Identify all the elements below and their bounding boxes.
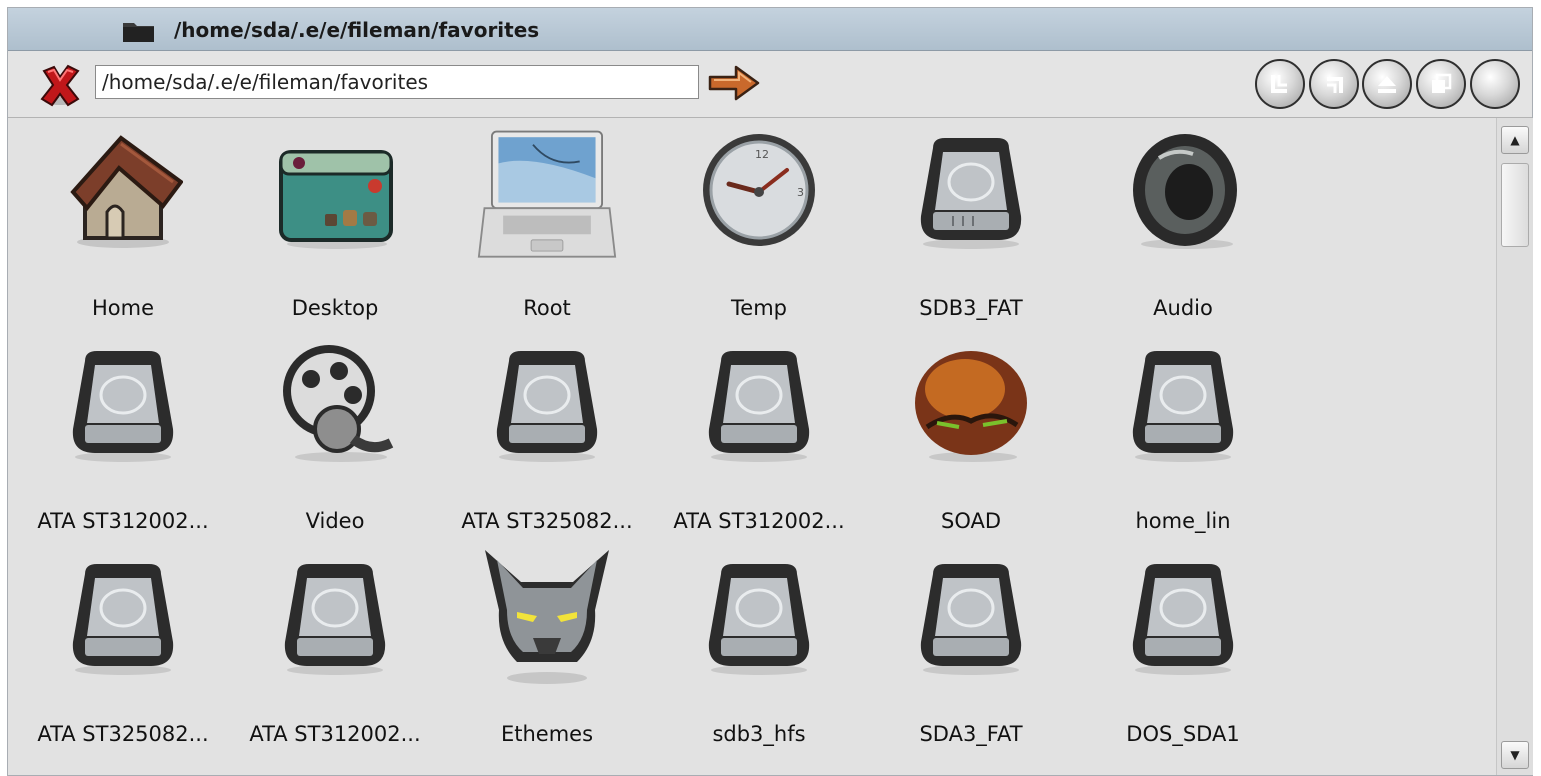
title-bar[interactable]: /home/sda/.e/e/fileman/favorites <box>8 8 1532 51</box>
hard-drive-icon <box>920 138 1022 249</box>
icon-item-ata-st312002-a[interactable]: ATA ST312002... <box>17 343 229 555</box>
grid-layout-icon <box>1271 75 1287 93</box>
icon-item-dos-sda1[interactable]: DOS_SDA1 <box>1077 556 1289 768</box>
hard-drive-icon <box>72 564 174 675</box>
film-reel-icon <box>283 345 394 462</box>
hard-drive-icon <box>708 351 810 462</box>
icon-label: home_lin <box>1135 509 1231 533</box>
icon-item-ata-st312002-c[interactable]: ATA ST312002... <box>229 556 441 768</box>
icon-item-ata-st325082-a[interactable]: ATA ST325082... <box>441 343 653 555</box>
path-input[interactable] <box>95 65 699 99</box>
desktop-icon <box>279 150 393 249</box>
icon-item-sda3-fat[interactable]: SDA3_FAT <box>865 556 1077 768</box>
layout-icons-button[interactable] <box>1255 59 1305 109</box>
laptop-icon <box>477 130 617 258</box>
icon-label: ATA ST312002... <box>37 509 209 533</box>
chevron-up-icon: ▲ <box>1510 133 1520 147</box>
clock-icon: 12 3 <box>703 134 815 246</box>
hard-drive-icon <box>496 351 598 462</box>
hard-drive-icon <box>1132 564 1234 675</box>
eject-button[interactable] <box>1362 59 1412 109</box>
eject-icon <box>1378 76 1396 93</box>
layout-list-button[interactable] <box>1309 59 1359 109</box>
icon-item-desktop[interactable]: Desktop <box>229 130 441 342</box>
hard-drive-icon <box>1132 351 1234 462</box>
scroll-up-button[interactable]: ▲ <box>1501 126 1529 154</box>
scroll-down-button[interactable]: ▼ <box>1501 741 1529 769</box>
copy-icon <box>1432 73 1452 93</box>
icon-item-ata-st325082-b[interactable]: ATA ST325082... <box>17 556 229 768</box>
vertical-scrollbar[interactable]: ▲ ▼ <box>1496 118 1533 775</box>
hard-drive-icon <box>920 564 1022 675</box>
hard-drive-icon <box>284 564 386 675</box>
list-layout-icon <box>1327 77 1343 93</box>
icon-label: Root <box>523 296 571 320</box>
icon-view[interactable]: Home Desktop Root 12 3 Temp SDB3_FAT Aud… <box>8 118 1495 775</box>
icon-label: ATA ST312002... <box>249 722 421 746</box>
icon-item-audio[interactable]: Audio <box>1077 130 1289 342</box>
icon-item-home-lin[interactable]: home_lin <box>1077 343 1289 555</box>
svg-text:12: 12 <box>755 148 769 161</box>
go-arrow-icon[interactable] <box>706 61 762 105</box>
icon-label: ATA ST325082... <box>37 722 209 746</box>
icon-label: Desktop <box>291 296 379 320</box>
close-icon[interactable] <box>36 61 84 109</box>
icon-label: DOS_SDA1 <box>1126 722 1240 746</box>
hard-drive-icon <box>708 564 810 675</box>
creature-icon <box>915 351 1027 462</box>
wolf-icon <box>485 550 609 684</box>
icon-label: SDB3_FAT <box>919 296 1023 320</box>
icon-label: ATA ST312002... <box>673 509 845 533</box>
icon-label: Temp <box>731 296 787 320</box>
icon-label: Video <box>305 509 365 533</box>
icon-item-soad[interactable]: SOAD <box>865 343 1077 555</box>
folder-icon <box>123 23 154 42</box>
blank-button[interactable] <box>1470 59 1520 109</box>
icon-label: ATA ST325082... <box>461 509 633 533</box>
toolbar <box>8 51 1532 118</box>
icon-label: sdb3_hfs <box>712 722 806 746</box>
file-manager-window: /home/sda/.e/e/fileman/favorites /home/s… <box>7 7 1533 776</box>
icon-item-ethemes[interactable]: Ethemes <box>441 550 653 768</box>
icon-item-ata-st312002-b[interactable]: ATA ST312002... <box>653 343 865 555</box>
icon-label: Home <box>91 296 154 320</box>
icon-label: SOAD <box>940 509 1002 533</box>
svg-text:3: 3 <box>797 186 804 199</box>
icon-item-root[interactable]: Root <box>441 130 653 342</box>
house-icon <box>70 135 183 248</box>
hard-drive-icon <box>72 351 174 462</box>
icon-label: SDA3_FAT <box>919 722 1023 746</box>
icon-label: Audio <box>1153 296 1213 320</box>
icon-item-sdb3-fat[interactable]: SDB3_FAT <box>865 130 1077 342</box>
chevron-down-icon: ▼ <box>1510 748 1520 762</box>
window-title: /home/sda/.e/e/fileman/favorites <box>174 18 540 42</box>
icon-item-home[interactable]: Home <box>17 130 229 342</box>
icon-item-sdb3-hfs[interactable]: sdb3_hfs <box>653 556 865 768</box>
copy-button[interactable] <box>1416 59 1466 109</box>
scroll-thumb[interactable] <box>1501 163 1529 247</box>
speaker-icon <box>1133 134 1237 249</box>
icon-item-temp[interactable]: 12 3 Temp <box>653 130 865 342</box>
icon-label: Ethemes <box>500 722 594 746</box>
icon-item-video[interactable]: Video <box>229 343 441 555</box>
